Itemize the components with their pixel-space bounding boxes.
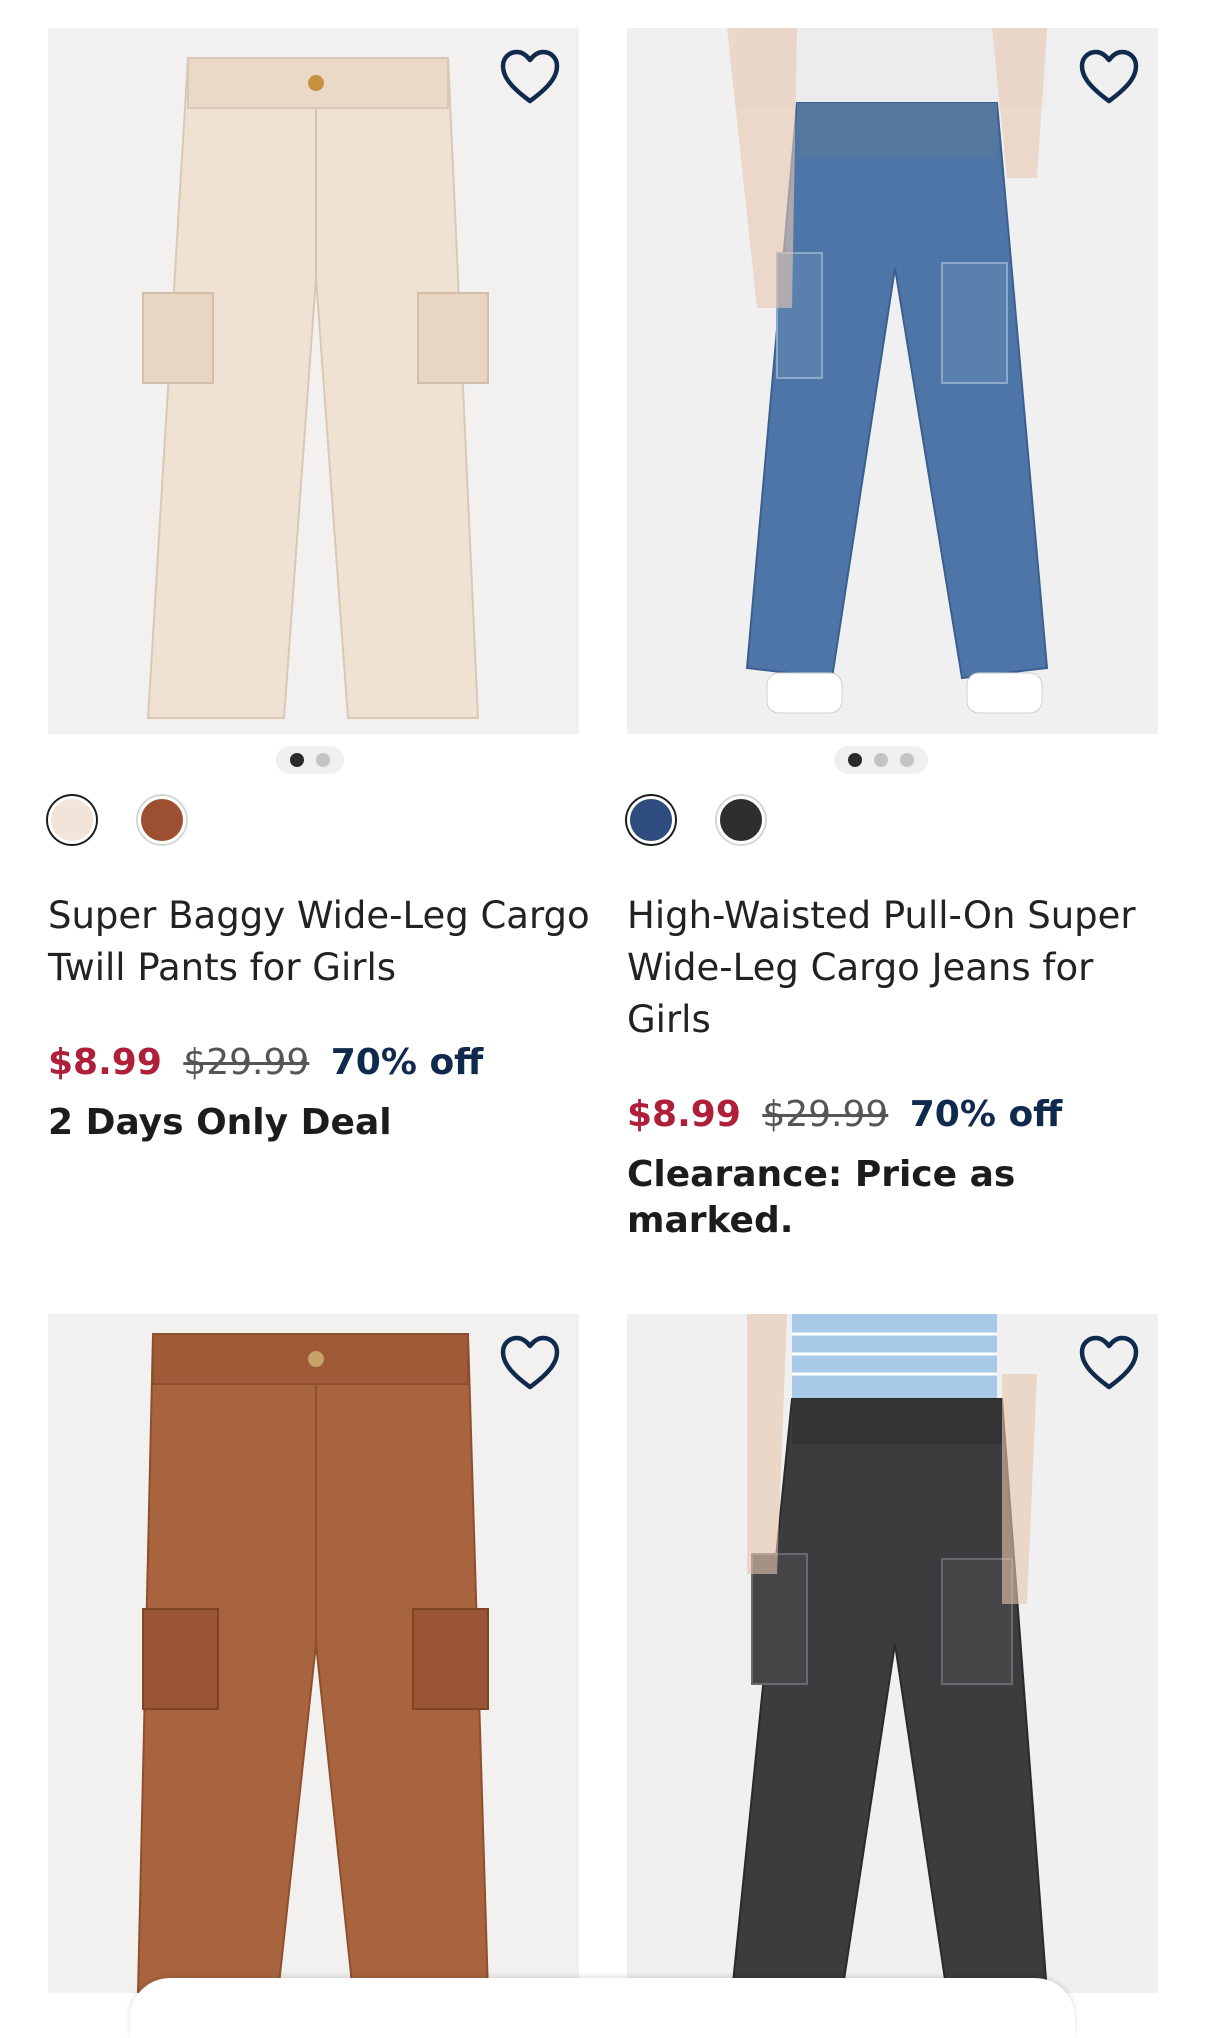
product-card[interactable]: High-Waisted Pull-On Super Wide-Leg Carg…: [627, 28, 1158, 1241]
color-swatch-cream[interactable]: [48, 796, 96, 844]
price-row: $8.99 $29.99 70% off: [627, 1090, 1062, 1140]
color-swatch-black[interactable]: [717, 796, 765, 844]
product-card[interactable]: [627, 1314, 1158, 1993]
sale-price: $8.99: [48, 1042, 162, 1083]
favorite-button[interactable]: [1076, 44, 1142, 110]
color-swatches: [48, 796, 186, 844]
promo-text: 2 Days Only Deal: [48, 1102, 392, 1143]
color-swatch-brown[interactable]: [138, 796, 186, 844]
original-price: $29.99: [183, 1042, 310, 1083]
product-card[interactable]: [48, 1314, 579, 1993]
brown-cargo-pants-image: [48, 1314, 579, 1993]
carousel-dot[interactable]: [900, 753, 914, 767]
promo-text: Clearance: Price as marked.: [627, 1154, 1016, 1241]
color-swatches: [627, 796, 765, 844]
heart-outline-icon: [500, 49, 560, 104]
carousel-dot[interactable]: [316, 753, 330, 767]
color-swatch-denim[interactable]: [627, 796, 675, 844]
favorite-button[interactable]: [1076, 1330, 1142, 1396]
cargo-pants-image: [48, 28, 579, 734]
bottom-sheet-handle[interactable]: [130, 1978, 1075, 2038]
carousel-dot[interactable]: [848, 753, 862, 767]
favorite-button[interactable]: [497, 1330, 563, 1396]
favorite-button[interactable]: [497, 44, 563, 110]
carousel-dot[interactable]: [290, 753, 304, 767]
heart-outline-icon: [1079, 49, 1139, 104]
original-price: $29.99: [762, 1094, 889, 1135]
price-row: $8.99 $29.99 70% off: [48, 1038, 483, 1088]
product-image[interactable]: [48, 1314, 579, 1993]
product-card[interactable]: Super Baggy Wide-Leg Cargo Twill Pants f…: [48, 28, 590, 1143]
product-image[interactable]: [627, 28, 1158, 734]
black-jeans-model-image: [627, 1314, 1158, 1993]
heart-outline-icon: [1079, 1335, 1139, 1390]
image-carousel-dots[interactable]: [276, 746, 344, 774]
product-image[interactable]: [48, 28, 579, 734]
sale-price: $8.99: [627, 1094, 741, 1135]
image-carousel-dots[interactable]: [834, 746, 928, 774]
heart-outline-icon: [500, 1335, 560, 1390]
product-image[interactable]: [627, 1314, 1158, 1993]
jeans-model-image: [627, 28, 1158, 734]
discount-label: 70% off: [330, 1042, 484, 1083]
discount-label: 70% off: [909, 1094, 1063, 1135]
carousel-dot[interactable]: [874, 753, 888, 767]
product-title[interactable]: High-Waisted Pull-On Super Wide-Leg Carg…: [627, 890, 1172, 1046]
product-title[interactable]: Super Baggy Wide-Leg Cargo Twill Pants f…: [48, 890, 593, 994]
